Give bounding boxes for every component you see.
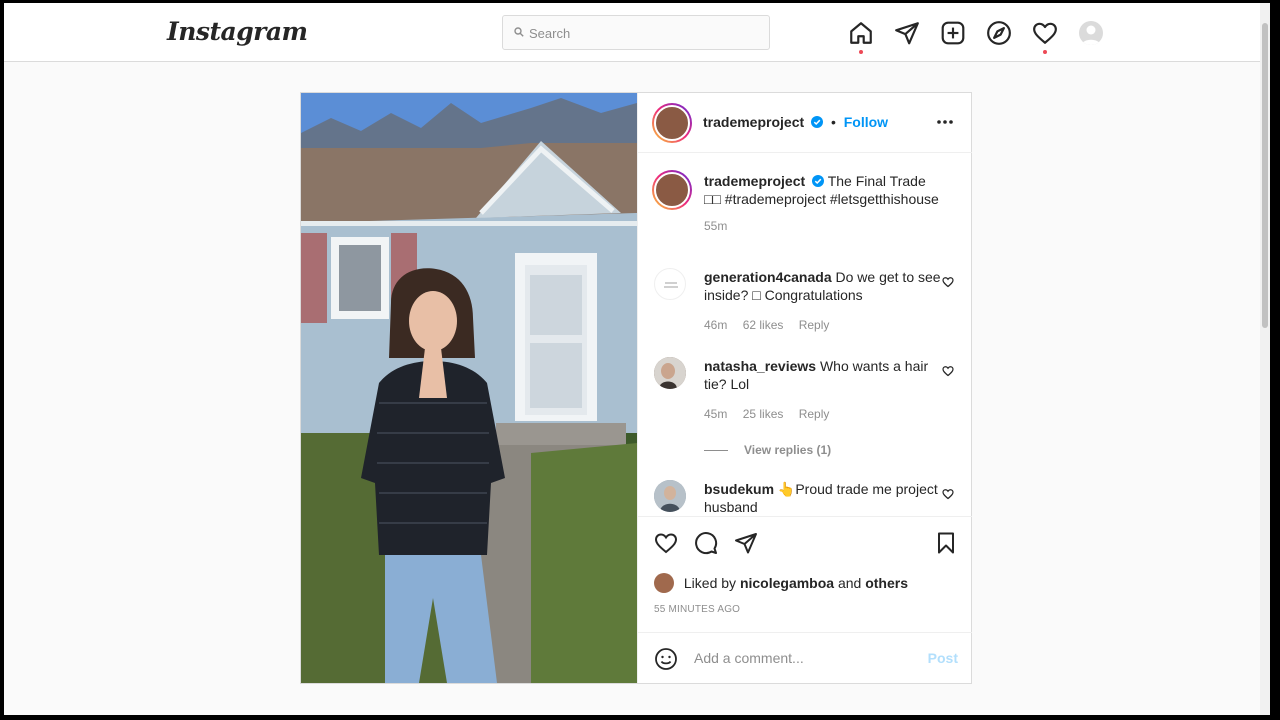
top-navigation-bar: Instagram <box>4 3 1270 62</box>
author-username[interactable]: trademeproject <box>703 114 804 130</box>
post-header-title: trademeproject • Follow <box>703 114 888 130</box>
comment-time[interactable]: 45m <box>704 407 727 421</box>
emoji-icon[interactable] <box>654 647 678 671</box>
comment-meta: 46m 62 likes Reply <box>704 318 841 332</box>
caption-author-avatar[interactable] <box>652 170 692 210</box>
generation4canada-logo-icon <box>664 282 678 288</box>
caption-username[interactable]: trademeproject <box>704 173 805 189</box>
save-bookmark-icon[interactable] <box>934 531 958 555</box>
search-box[interactable] <box>502 15 770 50</box>
follow-button[interactable]: Follow <box>844 114 888 130</box>
page-scrollbar[interactable] <box>1260 3 1270 715</box>
comment-username[interactable]: natasha_reviews <box>704 358 816 374</box>
direct-icon[interactable] <box>894 20 920 46</box>
comment-text-block: natasha_reviews Who wants a hair tie? Lo… <box>704 357 942 393</box>
add-comment-bar: Post <box>638 632 972 684</box>
like-comment-heart-icon[interactable] <box>942 365 954 377</box>
view-replies-label: View replies (1) <box>744 443 832 457</box>
liker-avatar[interactable] <box>654 573 674 593</box>
comment-username[interactable]: bsudekum <box>704 481 774 497</box>
more-options-icon[interactable] <box>936 119 954 125</box>
comment-username[interactable]: generation4canada <box>704 269 832 285</box>
home-icon[interactable] <box>848 20 874 46</box>
like-comment-heart-icon[interactable] <box>942 276 954 288</box>
separator-dot: • <box>830 114 836 130</box>
comment-reply-button[interactable]: Reply <box>799 318 830 332</box>
comment-text-block: generation4canada Do we get to see insid… <box>704 268 942 304</box>
commenter-avatar[interactable] <box>654 268 686 300</box>
profile-avatar[interactable] <box>1079 21 1103 45</box>
like-comment-heart-icon[interactable] <box>942 488 954 500</box>
liked-by-and: and <box>837 575 862 591</box>
comment-text-block: bsudekum 👆Proud trade me project husband <box>704 480 942 516</box>
activity-heart-icon[interactable] <box>1032 20 1058 46</box>
post-header: trademeproject • Follow <box>638 93 972 153</box>
view-replies-line <box>704 450 728 452</box>
comment-bubble-icon[interactable] <box>694 531 718 555</box>
default-avatar-icon <box>1082 25 1100 45</box>
photo-woman-in-front-of-house <box>301 93 637 683</box>
like-heart-icon[interactable] <box>654 531 678 555</box>
comment-time[interactable]: 46m <box>704 318 727 332</box>
explore-icon[interactable] <box>986 20 1012 46</box>
comment-meta: 45m 25 likes Reply <box>704 407 841 421</box>
view-replies-button[interactable]: View replies (1) <box>704 443 831 457</box>
verified-badge-icon <box>811 116 824 128</box>
comment-likes[interactable]: 25 likes <box>743 407 784 421</box>
post-modal: trademeproject • Follow trademeproject T… <box>300 92 972 684</box>
comments-list[interactable]: trademeproject The Final Trade □□ #trade… <box>638 154 972 516</box>
liked-by-prefix: Liked by <box>683 575 737 591</box>
post-actions: Liked by nicolegamboa and others 55 MINU… <box>638 516 972 632</box>
commenter-avatar[interactable] <box>654 357 686 389</box>
post-photo[interactable] <box>301 93 637 683</box>
liked-by-user[interactable]: nicolegamboa <box>740 575 834 591</box>
post-timestamp[interactable]: 55 MINUTES AGO <box>654 604 740 615</box>
caption-meta: 55m <box>704 219 739 233</box>
caption-text-block: trademeproject The Final Trade □□ #trade… <box>704 172 942 208</box>
browser-viewport: Instagram Search trademeproject • Follow… <box>4 3 1270 715</box>
new-post-icon[interactable] <box>940 20 966 46</box>
comment-reply-button[interactable]: Reply <box>799 407 830 421</box>
comment-likes[interactable]: 62 likes <box>743 318 784 332</box>
liked-by-line: Liked by nicolegamboa and others <box>654 573 908 593</box>
share-direct-icon[interactable] <box>734 531 758 555</box>
search-icon <box>514 27 524 37</box>
verified-badge-icon <box>812 175 825 187</box>
home-notification-dot <box>859 50 863 54</box>
commenter-avatar[interactable] <box>654 480 686 512</box>
scrollbar-thumb[interactable] <box>1262 23 1268 328</box>
liked-by-others[interactable]: others <box>865 575 908 591</box>
search-input[interactable] <box>529 22 759 44</box>
author-avatar[interactable] <box>652 103 692 143</box>
add-comment-input[interactable] <box>694 647 914 669</box>
natasha-avatar-photo <box>654 357 686 389</box>
post-comment-button[interactable]: Post <box>928 650 958 666</box>
post-sidebar: trademeproject • Follow trademeproject T… <box>637 93 972 684</box>
caption-time[interactable]: 55m <box>704 219 727 233</box>
instagram-logo[interactable]: Instagram <box>167 17 308 46</box>
bsudekum-avatar-photo <box>654 480 686 512</box>
activity-notification-dot <box>1043 50 1047 54</box>
